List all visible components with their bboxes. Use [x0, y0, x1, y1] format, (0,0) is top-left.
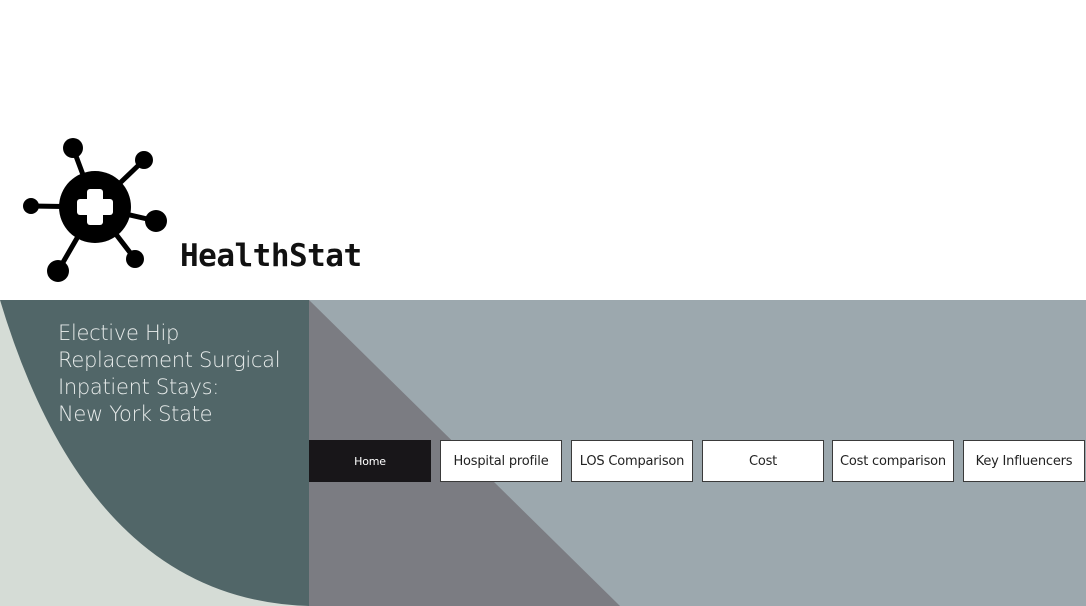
page-title-line: Elective Hip [58, 321, 180, 345]
hero-banner: Elective Hip Replacement Surgical Inpati… [0, 300, 1086, 606]
nav-los-comparison-button[interactable]: LOS Comparison [571, 440, 693, 482]
nav-cost-button[interactable]: Cost [702, 440, 824, 482]
nav-home-button[interactable]: Home [309, 440, 431, 482]
page-title-line: Inpatient Stays: [58, 375, 219, 399]
nav-hospital-profile-button[interactable]: Hospital profile [440, 440, 562, 482]
page-title-line: New York State [58, 402, 213, 426]
nav-key-influencers-button[interactable]: Key Influencers [963, 440, 1085, 482]
medical-molecule-cross-icon [23, 138, 167, 282]
header: HealthStat [0, 0, 1086, 300]
nav-bar: Home Hospital profile LOS Comparison Cos… [309, 440, 1086, 482]
nav-cost-comparison-button[interactable]: Cost comparison [832, 440, 954, 482]
page-title: Elective Hip Replacement Surgical Inpati… [58, 320, 298, 428]
page-title-line: Replacement Surgical [58, 348, 281, 372]
brand-name: HealthStat [180, 238, 362, 274]
